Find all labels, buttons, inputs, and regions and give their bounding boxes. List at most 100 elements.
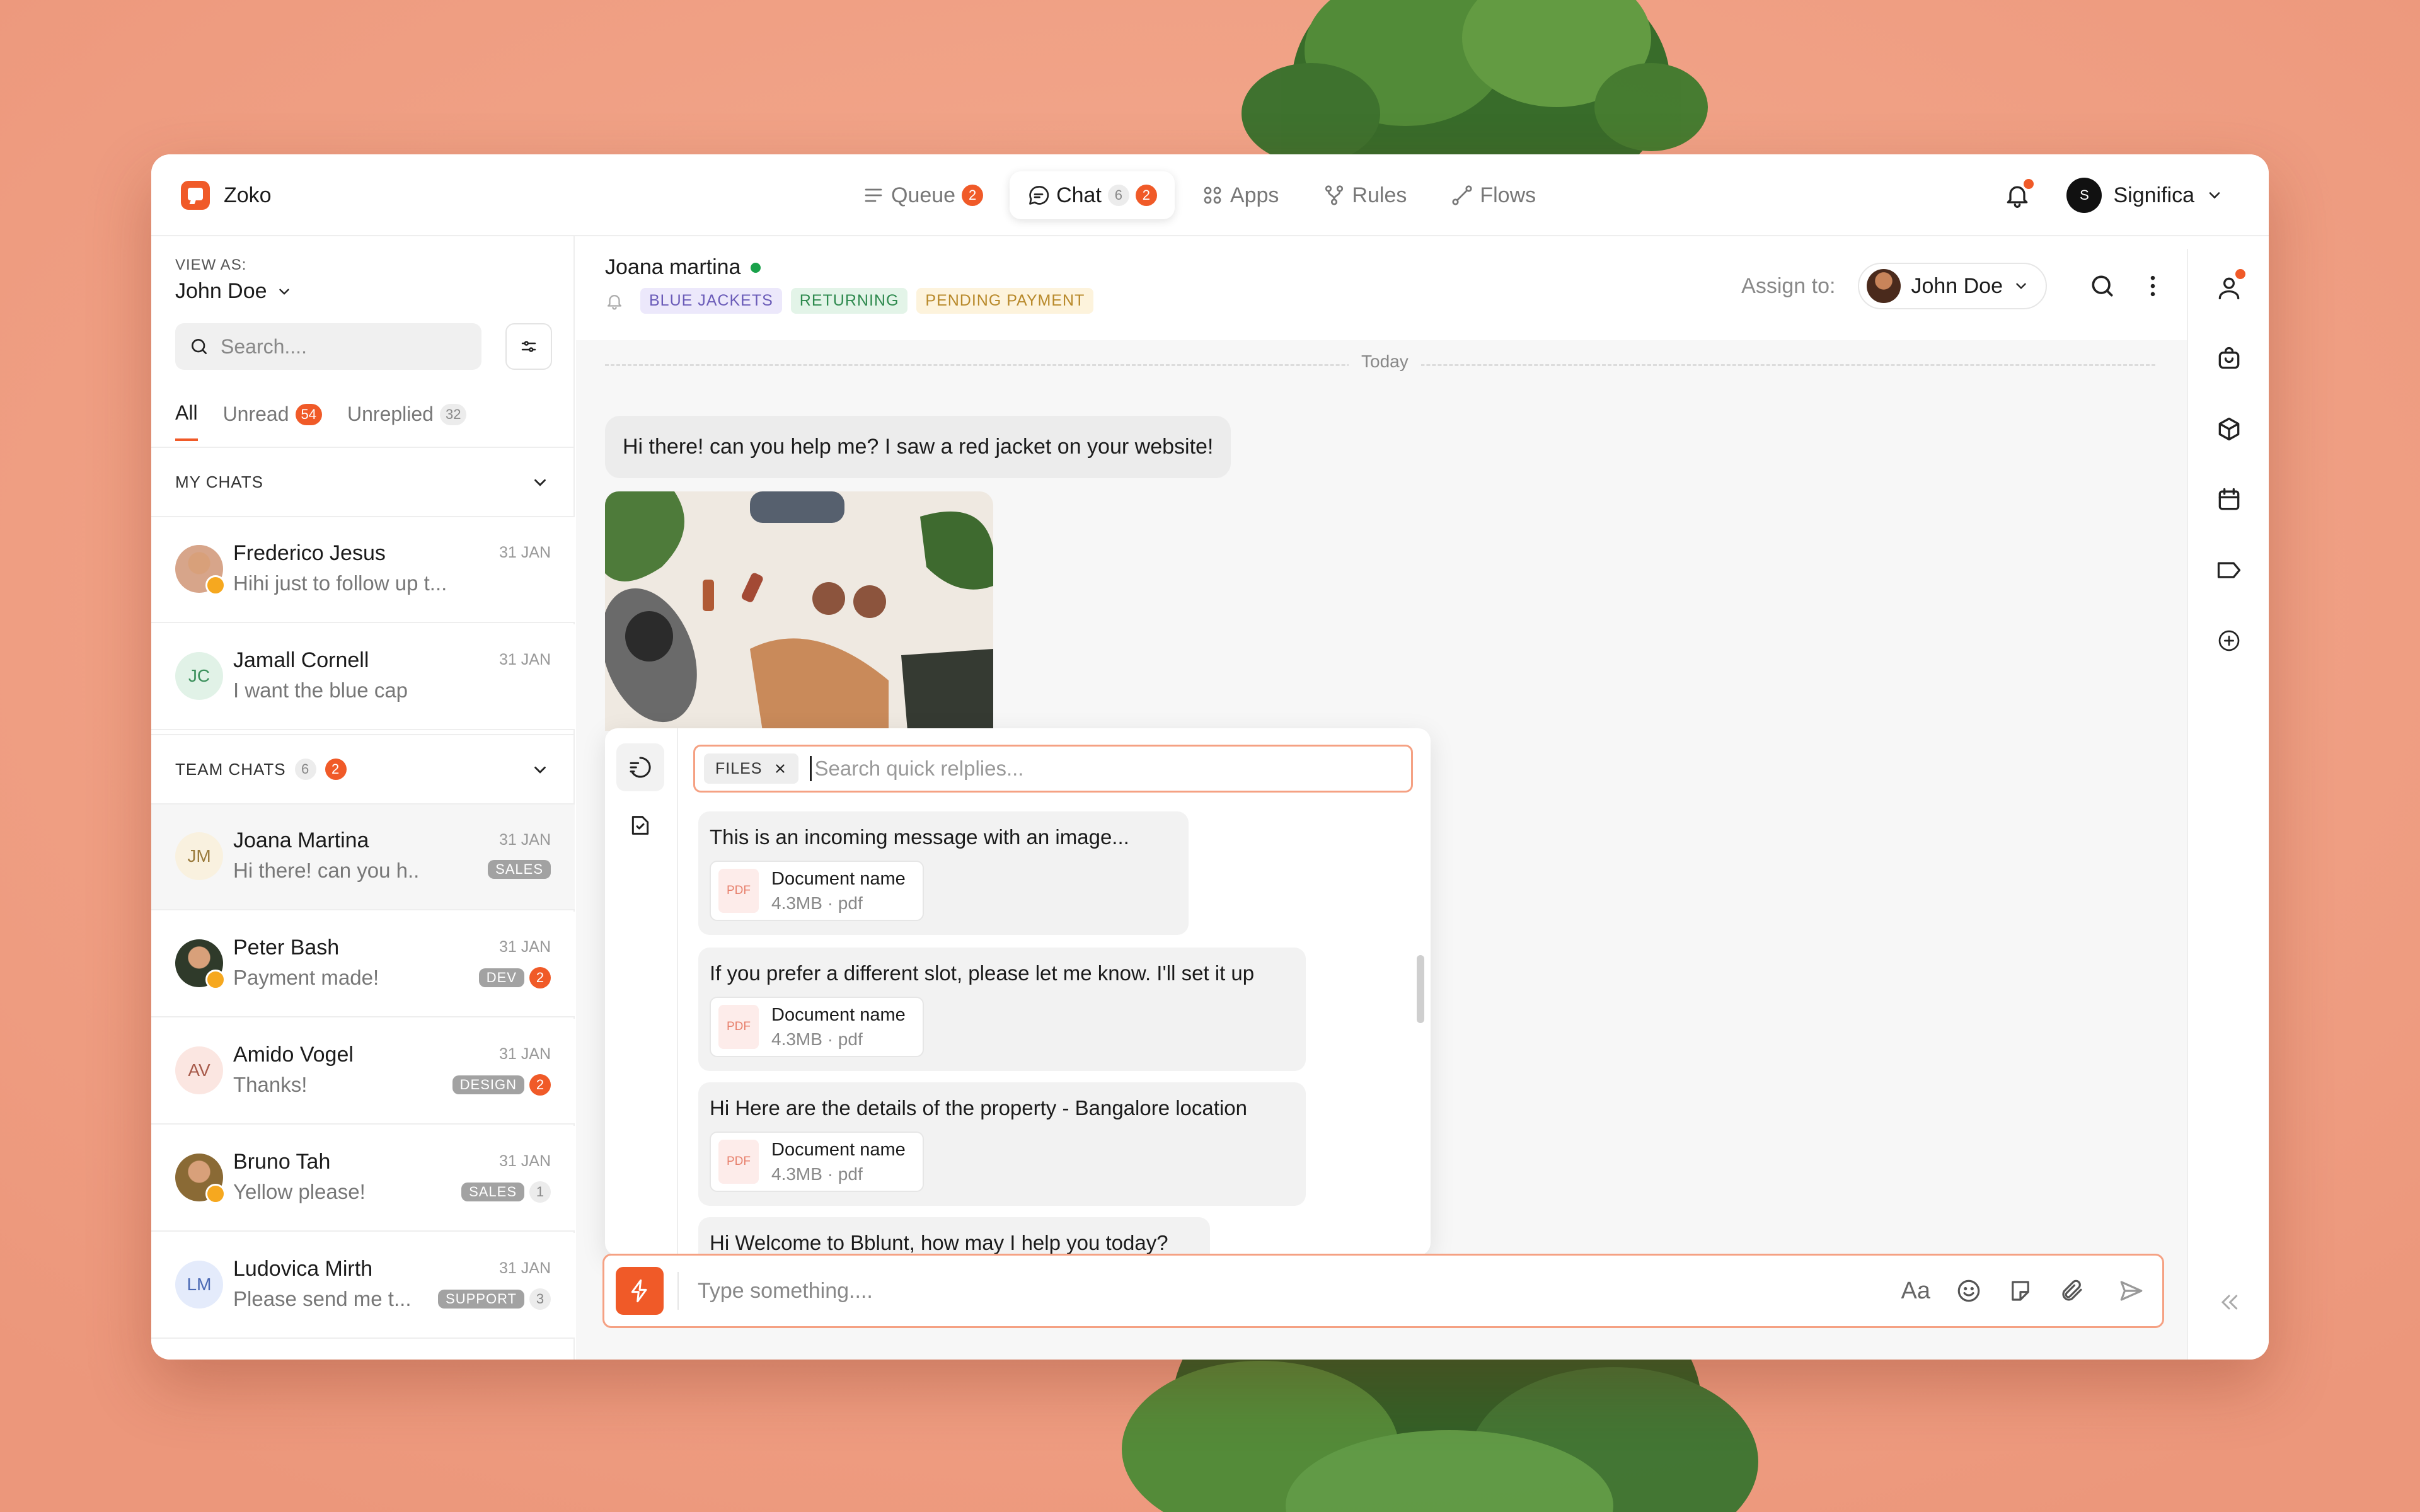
close-icon[interactable] bbox=[773, 762, 787, 776]
document-attachment[interactable]: PDF Document name 4.3MB · pdf bbox=[710, 997, 924, 1057]
nav-chat[interactable]: Chat 6 2 bbox=[1010, 171, 1175, 219]
app-window: Zoko Queue 2 Chat 6 2 Apps Rules Flows S… bbox=[151, 154, 2269, 1360]
contact-name: Joana Martina bbox=[233, 828, 369, 852]
message-preview: Thanks! bbox=[233, 1073, 308, 1096]
quick-reply-icon bbox=[630, 757, 651, 778]
view-as-value-row: John Doe bbox=[175, 279, 292, 304]
document-info: Document name 4.3MB · pdf bbox=[771, 869, 906, 914]
message-preview: Please send me t... bbox=[233, 1287, 412, 1310]
incoming-image[interactable] bbox=[605, 491, 993, 731]
message-input[interactable]: Type something.... bbox=[698, 1279, 1901, 1303]
chevron-down-icon bbox=[2016, 283, 2026, 289]
message-composer[interactable]: Type something.... Aa bbox=[602, 1254, 2164, 1328]
chat-list-item[interactable]: Bruno Tah 31 JAN Yellow please! SALES 1 bbox=[151, 1126, 575, 1232]
document-attachment[interactable]: PDF Document name 4.3MB · pdf bbox=[710, 861, 924, 921]
filter-button[interactable] bbox=[505, 323, 552, 370]
add-app-button[interactable] bbox=[2209, 621, 2249, 661]
contact-name: Joana martina bbox=[605, 255, 741, 279]
quick-replies-scrollbar[interactable] bbox=[1417, 955, 1424, 1023]
document-name: Document name bbox=[771, 1139, 906, 1160]
message-preview: Hi there! can you h.. bbox=[233, 859, 420, 882]
avatar bbox=[175, 545, 226, 595]
org-avatar: S bbox=[2066, 178, 2102, 213]
quick-reply-item[interactable]: Hi Welcome to Bblunt, how may I help you… bbox=[698, 1217, 1210, 1256]
nav-apps[interactable]: Apps bbox=[1184, 171, 1297, 219]
attachment-icon[interactable] bbox=[2059, 1278, 2085, 1304]
app-name: Zoko bbox=[224, 183, 272, 207]
tag-pending-payment[interactable]: PENDING PAYMENT bbox=[916, 288, 1094, 314]
orders-button[interactable] bbox=[2209, 338, 2249, 379]
document-name: Document name bbox=[771, 868, 906, 889]
timestamp: 31 JAN bbox=[499, 651, 551, 668]
apps-grid-icon bbox=[1204, 186, 1221, 204]
chat-list-item[interactable]: Frederico Jesus 31 JAN Hihi just to follow… bbox=[151, 517, 575, 623]
chat-meta: SALES bbox=[488, 860, 551, 879]
quick-reply-item[interactable]: If you prefer a different slot, please l… bbox=[698, 948, 1306, 1071]
message-preview: Yellow please! bbox=[233, 1180, 366, 1203]
date-divider: Today bbox=[605, 352, 2155, 377]
quick-reply-item[interactable]: This is an incoming message with an imag… bbox=[698, 811, 1189, 935]
nav-flows[interactable]: Flows bbox=[1433, 171, 1553, 219]
tag-returning[interactable]: RETURNING bbox=[790, 288, 908, 314]
my-chats-section-header[interactable]: MY CHATS bbox=[151, 447, 575, 517]
nav-queue[interactable]: Queue 2 bbox=[844, 171, 1001, 219]
chat-list-item[interactable]: LM Ludovica Mirth 31 JAN Please send me t..… bbox=[151, 1233, 575, 1339]
org-name: Significa bbox=[2113, 183, 2194, 207]
contact-profile-button[interactable] bbox=[2209, 268, 2249, 308]
quick-replies-button[interactable] bbox=[616, 1267, 664, 1315]
tab-unread[interactable]: Unread 54 bbox=[223, 401, 322, 441]
contact-name: Frederico Jesus bbox=[233, 541, 386, 565]
shopping-bag-icon bbox=[2218, 346, 2240, 369]
brand[interactable]: Zoko bbox=[181, 180, 272, 211]
calendar-button[interactable] bbox=[2209, 479, 2249, 520]
document-attachment[interactable]: PDF Document name 4.3MB · pdf bbox=[710, 1131, 924, 1192]
chat-meta: DESIGN 2 bbox=[452, 1074, 551, 1096]
chat-list-item[interactable]: JM Joana Martina 31 JAN Hi there! can you h… bbox=[151, 805, 575, 910]
notifications-button[interactable] bbox=[2003, 179, 2034, 209]
document-info: Document name 4.3MB · pdf bbox=[771, 1140, 906, 1184]
tab-unreplied[interactable]: Unreplied 32 bbox=[347, 401, 467, 441]
list-icon bbox=[865, 188, 882, 202]
sliders-icon bbox=[521, 341, 536, 352]
text-format-button[interactable]: Aa bbox=[1901, 1278, 1930, 1305]
search-icon[interactable] bbox=[2089, 272, 2116, 300]
tab-all[interactable]: All bbox=[175, 401, 198, 441]
search-icon bbox=[192, 339, 207, 354]
nav-rules[interactable]: Rules bbox=[1305, 171, 1424, 219]
assignee-select[interactable]: John Doe bbox=[1858, 263, 2047, 309]
chat-list-item[interactable]: JC Jamall Cornell 31 JAN I want the blue ca… bbox=[151, 624, 575, 730]
sticker-icon[interactable] bbox=[2007, 1278, 2034, 1304]
my-chats-title: MY CHATS bbox=[175, 472, 263, 491]
emoji-icon[interactable] bbox=[1956, 1278, 1982, 1304]
message-area: Today Hi there! can you help me? I saw a… bbox=[576, 340, 2196, 1360]
products-button[interactable] bbox=[2209, 409, 2249, 449]
chat-list-item[interactable]: Peter Bash 31 JAN Payment made! DEV 2 bbox=[151, 912, 575, 1017]
send-icon[interactable] bbox=[2118, 1278, 2145, 1304]
contact-tags: BLUE JACKETS RETURNING PENDING PAYMENT bbox=[605, 288, 1094, 314]
chat-list-item[interactable]: AV Amido Vogel 31 JAN Thanks! DESIGN 2 bbox=[151, 1019, 575, 1125]
org-switcher[interactable]: S Significa bbox=[2066, 178, 2223, 213]
assignee-avatar bbox=[1867, 269, 1901, 303]
quick-replies-search[interactable]: FILES Search quick relplies... bbox=[693, 745, 1413, 793]
document-meta: 4.3MB · pdf bbox=[771, 1029, 863, 1049]
view-as-selector[interactable]: VIEW AS: John Doe bbox=[175, 256, 292, 304]
document-info: Document name 4.3MB · pdf bbox=[771, 1005, 906, 1050]
team-chats-title: TEAM CHATS bbox=[175, 759, 286, 779]
more-vertical-icon[interactable] bbox=[2139, 272, 2167, 300]
collapse-panel-button[interactable] bbox=[2209, 1282, 2249, 1322]
tab-all-label: All bbox=[175, 401, 198, 424]
search-input[interactable]: Search.... bbox=[175, 323, 481, 370]
bell-icon[interactable] bbox=[605, 292, 624, 311]
contact-header[interactable]: Joana martina bbox=[605, 255, 761, 280]
team-chats-section-header[interactable]: TEAM CHATS 6 2 bbox=[151, 734, 575, 805]
contact-name: Ludovica Mirth bbox=[233, 1257, 373, 1281]
tags-button[interactable] bbox=[2209, 550, 2249, 590]
team-chats-count: 6 bbox=[294, 759, 316, 780]
quick-replies-placeholder: Search quick relplies... bbox=[814, 757, 1024, 780]
files-filter-chip[interactable]: FILES bbox=[704, 753, 799, 784]
quick-reply-item[interactable]: Hi Here are the details of the property … bbox=[698, 1082, 1306, 1206]
tag-blue-jackets[interactable]: BLUE JACKETS bbox=[640, 288, 782, 314]
tab-unread-label: Unread bbox=[222, 403, 289, 425]
quick-replies-tab[interactable] bbox=[616, 743, 664, 791]
saved-replies-tab[interactable] bbox=[616, 801, 664, 849]
